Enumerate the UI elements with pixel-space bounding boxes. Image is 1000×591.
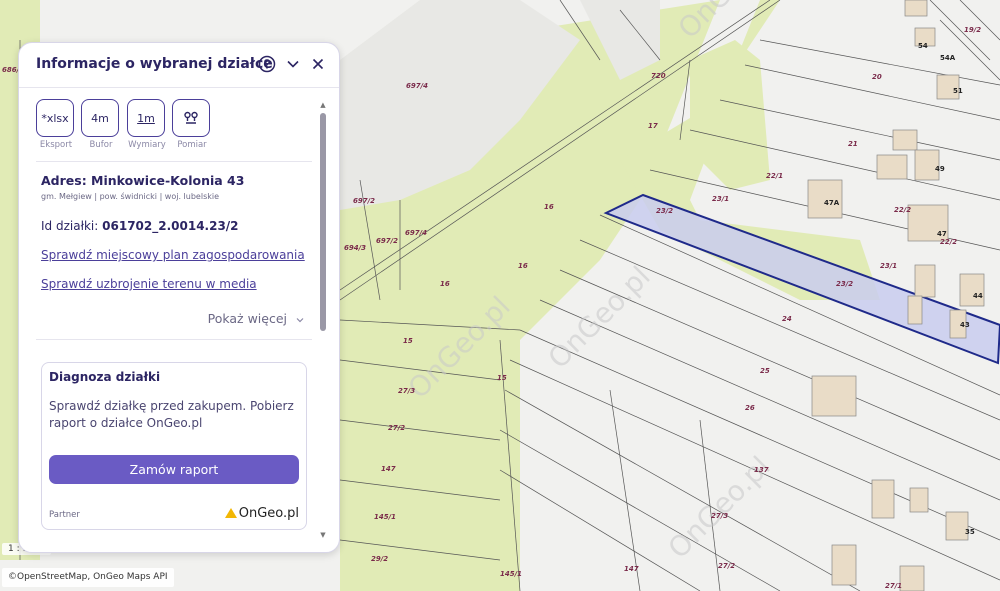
plot-address-sub: gm. Mełgiew | pow. świdnicki | woj. lube… [41,192,220,201]
plot-id-label: Id działki: [41,219,99,233]
utilities-link[interactable]: Sprawdź uzbrojenie terenu w media [41,277,257,291]
panel-scrollbar-thumb[interactable] [320,113,326,331]
order-report-button[interactable]: Zamów raport [49,455,299,484]
measure-button[interactable] [172,99,210,137]
plot-number-label: 137 [754,466,769,474]
dimensions-button[interactable]: 1m [127,99,165,137]
help-circle-icon[interactable] [258,55,276,73]
plot-number-label: 25 [760,367,770,375]
divider [36,161,312,162]
house-number-label: 35 [965,528,975,536]
plot-number-label: 16 [518,262,528,270]
plot-number-label: 694/3 [344,244,366,252]
plot-number-label: 16 [544,203,554,211]
house-number-label: 54A [940,54,956,62]
house-number-label: 47A [824,199,840,207]
plot-number-label: 17 [648,122,658,130]
house-number-label: 49 [935,165,945,173]
dimensions-label: Wymiary [128,140,166,150]
close-icon[interactable] [309,55,327,73]
ongeo-logo-icon [224,508,237,518]
plot-number-label: 697/4 [405,229,427,237]
scroll-up-arrow[interactable]: ▲ [319,101,327,109]
plot-number-label: 23/2 [656,207,673,215]
export-label: Eksport [39,140,73,150]
plot-number-label: 22/1 [766,172,783,180]
plot-number-label: 20 [872,73,882,81]
chevron-down-icon [296,317,304,322]
buffer-tool[interactable]: 4m Bufor [81,99,121,150]
chevron-down-icon[interactable] [284,55,302,73]
measure-pins-icon [184,111,198,124]
map-attribution[interactable]: ©OpenStreetMap, OnGeo Maps API [2,568,174,587]
panel-title: Informacje o wybranej działce [36,56,273,72]
plot-number-label: 23/1 [712,195,729,203]
xlsx-icon: *xlsx [41,111,69,125]
plot-number-label: 22/2 [894,206,911,214]
panel-header: Informacje o wybranej działce [19,43,339,88]
card-text: Sprawdź działkę przed zakupem. Pobierz r… [49,399,294,430]
dimensions-tool[interactable]: 1m Wymiary [127,99,167,150]
zoning-plan-link[interactable]: Sprawdź miejscowy plan zagospodarowania [41,248,305,262]
plot-info-panel: Informacje o wybranej działce *xlsx Eksp… [18,42,340,553]
house-number-label: 54 [918,42,928,50]
plot-number-label: 26 [745,404,755,412]
buffer-icon: 4m [91,111,109,125]
buffer-label: Bufor [89,140,113,150]
measure-tool[interactable]: Pomiar [172,99,212,150]
show-more-button[interactable]: Pokaż więcej [208,311,305,326]
house-number-label: 51 [953,87,963,95]
ongeo-logo[interactable]: OnGeo.pl [224,506,299,521]
plot-number-label: 22/2 [940,238,957,246]
plot-number-label: 720 [651,72,666,80]
plot-number-label: 29/2 [371,555,388,563]
plot-number-label: 16 [440,280,450,288]
plot-number-label: 24 [782,315,792,323]
house-number-label: 44 [973,292,983,300]
show-more-label: Pokaż więcej [207,311,288,326]
plot-number-label: 27/1 [885,582,902,590]
ongeo-brand-text: OnGeo.pl [238,506,299,521]
buffer-button[interactable]: 4m [81,99,119,137]
plot-number-label: 697/4 [406,82,428,90]
plot-number-label: 15 [497,374,507,382]
plot-number-label: 27/2 [388,424,405,432]
plot-number-label: 697/2 [353,197,375,205]
plot-id-value: 061702_2.0014.23/2 [102,219,239,233]
export-button[interactable]: *xlsx [36,99,74,137]
plot-number-label: 147 [381,465,396,473]
plot-number-label: 19/2 [964,26,981,34]
plot-number-label: 697/2 [376,237,398,245]
export-tool[interactable]: *xlsx Eksport [36,99,76,150]
plot-number-label: 145/1 [374,513,396,521]
plot-number-label: 21 [848,140,858,148]
plot-diagnosis-card: Diagnoza działki Sprawdź działkę przed z… [41,362,307,530]
partner-label: Partner [49,510,80,520]
plot-number-label: 15 [403,337,413,345]
house-number-label: 47 [937,230,947,238]
plot-number-label: 145/1 [500,570,522,578]
scroll-down-arrow[interactable]: ▼ [319,531,327,539]
plot-number-label: 147 [624,565,639,573]
measure-label: Pomiar [177,140,207,150]
card-title: Diagnoza działki [49,370,161,384]
plot-number-label: 23/2 [836,280,853,288]
plot-number-label: 27/3 [711,512,728,520]
plot-address: Adres: Minkowice-Kolonia 43 [41,173,245,188]
plot-number-label: 27/2 [718,562,735,570]
plot-number-label: 27/3 [398,387,415,395]
dimensions-icon: 1m [137,111,155,125]
plot-number-label: 23/1 [880,262,897,270]
plot-id: Id działki: 061702_2.0014.23/2 [41,219,239,233]
house-number-label: 43 [960,321,970,329]
divider [36,339,312,340]
